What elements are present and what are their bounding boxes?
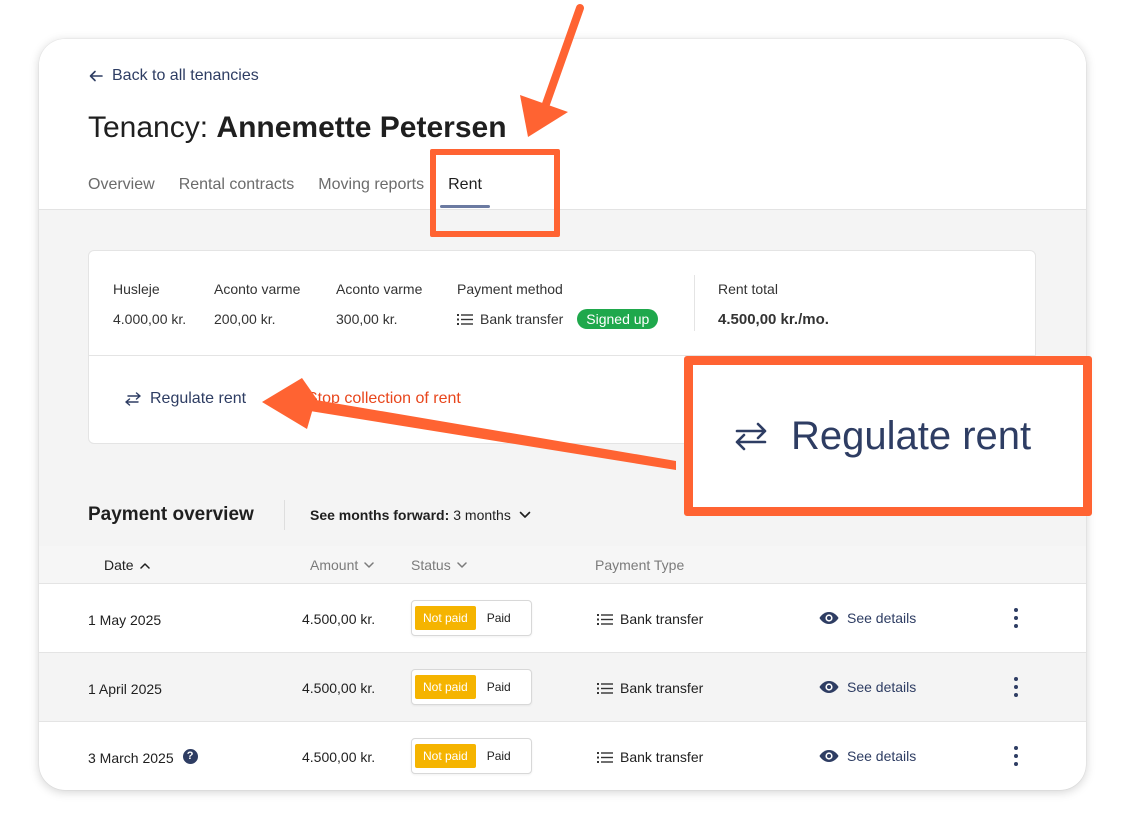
swap-arrows-icon [125, 392, 141, 406]
payment-method-value: Bank transfer Signed up [457, 309, 659, 329]
more-options-icon[interactable] [1013, 677, 1019, 697]
rent-field-payment-method: Payment method Bank transfer Signed up [457, 281, 659, 329]
status-toggle: Not paid Paid [411, 738, 532, 774]
list-icon [597, 613, 613, 625]
rent-total-value: 4.500,00 kr./mo. [718, 311, 829, 328]
stop-collection-label: Stop collection of rent [307, 390, 461, 407]
field-value: 200,00 kr. [214, 311, 276, 327]
field-label: Husleje [113, 281, 160, 297]
status-not-paid-option[interactable]: Not paid [415, 675, 476, 699]
back-link-label: Back to all tenancies [112, 67, 259, 84]
table-header: Date Amount Status Payment Type [39, 546, 1086, 584]
row-amount: 4.500,00 kr. [302, 680, 376, 696]
row-payment-type: Bank transfer [597, 611, 703, 627]
table-row: 3 March 2025 ? 4.500,00 kr. Not paid Pai… [39, 722, 1086, 790]
back-link[interactable]: Back to all tenancies [88, 67, 259, 85]
see-details-label: See details [847, 748, 917, 764]
row-payment-type-text: Bank transfer [620, 611, 704, 627]
signed-up-badge: Signed up [577, 309, 659, 329]
column-date-label: Date [104, 557, 134, 573]
column-status-label: Status [411, 557, 451, 573]
field-label: Payment method [457, 281, 563, 297]
column-status[interactable]: Status [411, 557, 467, 573]
payment-overview-title: Payment overview [88, 504, 254, 525]
row-amount: 4.500,00 kr. [302, 749, 376, 765]
tab-overview[interactable]: Overview [88, 176, 155, 194]
row-date: 3 March 2025 [88, 750, 174, 766]
field-label: Aconto varme [214, 281, 301, 297]
row-payment-type-text: Bank transfer [620, 680, 704, 696]
zoom-callout-label: Regulate rent [791, 413, 1032, 458]
row-date-cell: 3 March 2025 ? [88, 748, 198, 766]
stop-collection-button[interactable]: Stop collection of rent [307, 390, 461, 408]
chevron-down-icon [456, 561, 467, 568]
status-paid-option[interactable]: Paid [480, 744, 518, 768]
see-details-link[interactable]: See details [819, 610, 916, 626]
arrow-left-icon [89, 70, 103, 82]
see-details-label: See details [847, 679, 917, 695]
status-toggle: Not paid Paid [411, 600, 532, 636]
page-title: Tenancy: Annemette Petersen [88, 111, 507, 145]
more-options-icon[interactable] [1013, 746, 1019, 766]
column-amount-label: Amount [310, 557, 359, 573]
status-toggle: Not paid Paid [411, 669, 532, 705]
column-payment-type-label: Payment Type [595, 557, 685, 573]
status-paid-option[interactable]: Paid [480, 675, 518, 699]
row-date: 1 April 2025 [88, 681, 162, 697]
swap-arrows-icon [735, 422, 767, 451]
field-label: Aconto varme [336, 281, 423, 297]
page-title-prefix: Tenancy: [88, 111, 209, 144]
rent-field-total: Rent total 4.500,00 kr./mo. [718, 281, 829, 328]
list-icon [597, 751, 613, 763]
list-icon [457, 313, 473, 325]
more-options-icon[interactable] [1013, 608, 1019, 628]
months-forward-label: See months forward: [310, 507, 450, 523]
months-forward-value: 3 months [453, 507, 511, 523]
column-date[interactable]: Date [104, 557, 150, 573]
table-row: 1 May 2025 4.500,00 kr. Not paid Paid Ba… [39, 584, 1086, 653]
see-details-link[interactable]: See details [819, 679, 916, 695]
tab-rental-contracts[interactable]: Rental contracts [179, 176, 295, 194]
tab-moving-reports[interactable]: Moving reports [318, 176, 424, 194]
see-details-label: See details [847, 610, 917, 626]
column-payment-type: Payment Type [595, 557, 684, 573]
help-icon[interactable]: ? [182, 748, 198, 764]
regulate-rent-button[interactable]: Regulate rent [124, 390, 246, 408]
eye-icon [819, 750, 839, 762]
rent-field-aconto-2: Aconto varme 300,00 kr. [336, 281, 422, 327]
eye-icon [819, 612, 839, 624]
rent-field-aconto-1: Aconto varme 200,00 kr. [214, 281, 300, 327]
row-payment-type-text: Bank transfer [620, 749, 704, 765]
list-icon [597, 682, 613, 694]
rent-tab-highlight [430, 149, 560, 237]
status-not-paid-option[interactable]: Not paid [415, 606, 476, 630]
table-row: 1 April 2025 4.500,00 kr. Not paid Paid … [39, 653, 1086, 722]
chevron-up-icon [139, 562, 150, 569]
tenant-name: Annemette Petersen [216, 111, 507, 144]
see-details-link[interactable]: See details [819, 748, 916, 764]
row-payment-type: Bank transfer [597, 749, 703, 765]
field-value: 4.000,00 kr. [113, 311, 187, 327]
months-forward-dropdown[interactable]: See months forward: 3 months [310, 507, 531, 523]
regulate-rent-label: Regulate rent [150, 390, 247, 407]
row-amount: 4.500,00 kr. [302, 611, 376, 627]
field-label: Rent total [718, 281, 778, 297]
rent-field-husleje: Husleje 4.000,00 kr. [113, 281, 186, 327]
field-value: 300,00 kr. [336, 311, 398, 327]
divider [694, 275, 695, 331]
chevron-down-icon [364, 561, 374, 568]
page-header: Back to all tenancies Tenancy: Annemette… [39, 39, 1086, 210]
chevron-down-icon [519, 511, 531, 518]
status-not-paid-option[interactable]: Not paid [415, 744, 476, 768]
row-date: 1 May 2025 [88, 612, 162, 628]
regulate-rent-zoom-callout: Regulate rent [684, 356, 1092, 516]
column-amount[interactable]: Amount [310, 557, 374, 573]
eye-icon [819, 681, 839, 693]
payment-method-text: Bank transfer [480, 311, 564, 327]
status-paid-option[interactable]: Paid [480, 606, 518, 630]
row-payment-type: Bank transfer [597, 680, 703, 696]
divider [284, 500, 285, 530]
